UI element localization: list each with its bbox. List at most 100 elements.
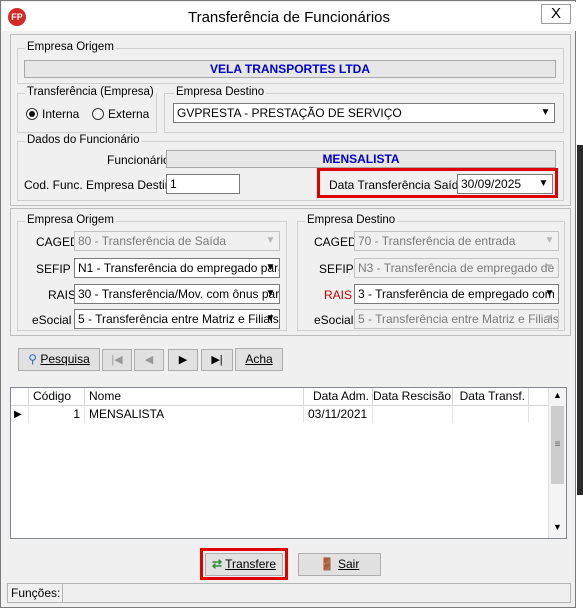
dest-sefip-select: N3 - Transferência de empregado de o ▼	[354, 258, 559, 278]
acha-label: Acha	[245, 352, 273, 366]
top-panel: Empresa Origem VELA TRANSPORTES LTDA Tra…	[10, 34, 571, 206]
first-record-button[interactable]: |◀	[102, 349, 132, 371]
origin-rais-label: RAIS	[48, 288, 77, 302]
origin-caged-select: 80 - Transferência de Saída ▼	[74, 231, 280, 251]
dest-caged-select: 70 - Transferência de entrada ▼	[354, 231, 559, 251]
scroll-up-icon[interactable]: ▲	[549, 390, 566, 400]
pesquisa-button[interactable]: ⚲ Pesquisa	[18, 348, 100, 371]
last-record-button[interactable]: ▶|	[201, 349, 233, 371]
cell-data-rescisao	[373, 406, 453, 423]
dest-esocial-value: 5 - Transferência entre Matriz e Filiais…	[358, 312, 559, 326]
status-divider	[62, 584, 63, 602]
origin-caged-label: CAGED	[36, 235, 79, 249]
cell-codigo: 1	[29, 406, 85, 423]
chevron-down-icon: ▼	[265, 235, 276, 246]
dest-company-value: GVPRESTA - PRESTAÇÃO DE SERVIÇO	[177, 106, 402, 120]
grid-scrollbar[interactable]: ▲ ≡ ▼	[548, 388, 566, 538]
origin-company-field: VELA TRANSPORTES LTDA	[24, 60, 556, 78]
funcionario-value: MENSALISTA	[322, 152, 400, 166]
col-nome[interactable]: Nome	[85, 388, 304, 405]
chevron-down-icon[interactable]: ▼	[262, 310, 279, 328]
scroll-thumb[interactable]: ≡	[551, 406, 564, 484]
cell-data-transf	[453, 406, 529, 423]
employee-legend: Dados do Funcionário	[25, 134, 142, 146]
status-label: Funções:	[11, 586, 61, 600]
transfere-label: Transfere	[225, 557, 277, 571]
status-bar: Funções:	[7, 583, 571, 603]
col-data-adm[interactable]: Data Adm.	[304, 388, 373, 405]
origin-rais-value: 30 - Transferência/Mov. com ônus par	[78, 287, 280, 301]
origin-esocial-label: eSocial	[32, 313, 72, 327]
cell-nome: MENSALISTA	[85, 406, 304, 423]
row-pointer-icon: ▶	[11, 406, 29, 423]
radio-externa-label[interactable]: Externa	[108, 107, 149, 121]
dest-rais-select[interactable]: 3 - Transferência de empregado com ô ▼	[354, 284, 559, 304]
date-value: 30/09/2025	[461, 177, 522, 191]
chevron-down-icon: ▼	[544, 235, 555, 246]
transfer-type-legend: Transferência (Empresa)	[25, 86, 156, 98]
grid-header-indicator	[11, 388, 29, 405]
dest-company-legend: Empresa Destino	[174, 86, 267, 98]
col-data-transf[interactable]: Data Transf.	[453, 388, 529, 405]
cod-func-input[interactable]: 1	[166, 174, 240, 194]
pesquisa-label: Pesquisa	[40, 352, 90, 366]
cell-data-adm: 03/11/2021	[304, 406, 373, 423]
chevron-down-icon[interactable]: ▼	[541, 285, 558, 303]
date-picker[interactable]: 30/09/2025 ▼	[457, 174, 553, 194]
chevron-down-icon: ▼	[544, 313, 555, 324]
acha-button[interactable]: Acha	[235, 348, 283, 371]
funcionario-field: MENSALISTA	[166, 150, 556, 168]
close-button[interactable]: X	[541, 4, 571, 24]
dest-esocial-label: eSocial	[314, 313, 354, 327]
origin-rais-select[interactable]: 30 - Transferência/Mov. com ônus par ▼	[74, 284, 280, 304]
codes-panel: Empresa Origem CAGED 80 - Transferência …	[10, 208, 571, 336]
background-window-edge	[577, 145, 583, 495]
sair-button[interactable]: 🚪 Sair	[298, 553, 381, 576]
dest-company-select[interactable]: GVPRESTA - PRESTAÇÃO DE SERVIÇO ▼	[173, 103, 555, 123]
origin-caged-value: 80 - Transferência de Saída	[78, 234, 227, 248]
origin-sefip-label: SEFIP	[36, 262, 71, 276]
col-data-rescisao[interactable]: Data Rescisão	[373, 388, 453, 405]
dest-rais-label: RAIS	[324, 288, 353, 302]
origin-esocial-select[interactable]: 5 - Transferência entre Matriz e Filiais…	[74, 309, 280, 329]
next-record-button[interactable]: ▶	[168, 349, 198, 371]
dest-caged-label: CAGED	[314, 235, 357, 249]
chevron-down-icon: ▼	[544, 262, 555, 273]
chevron-down-icon[interactable]: ▼	[262, 285, 279, 303]
dest-rais-value: 3 - Transferência de empregado com ô	[358, 287, 559, 301]
cod-func-label: Cod. Func. Empresa Destino:	[24, 178, 182, 192]
prev-record-button[interactable]: ◀	[134, 349, 164, 371]
dest-sefip-label: SEFIP	[319, 262, 354, 276]
date-label: Data Transferência Saída:	[329, 178, 469, 192]
radio-interna-label[interactable]: Interna	[42, 107, 79, 121]
door-exit-icon: 🚪	[319, 557, 335, 571]
origin-sefip-select[interactable]: N1 - Transferência do empregado para ▼	[74, 258, 280, 278]
chevron-down-icon[interactable]: ▼	[262, 259, 279, 277]
origin-company-value: VELA TRANSPORTES LTDA	[209, 62, 370, 76]
radio-interna[interactable]	[26, 108, 38, 120]
window-title: Transferência de Funcionários	[187, 9, 391, 26]
radio-externa[interactable]	[92, 108, 104, 120]
chevron-down-icon[interactable]: ▼	[535, 175, 552, 193]
main-window: FP Transferência de Funcionários X Empre…	[0, 0, 576, 608]
transfer-arrow-icon: ⇄	[211, 557, 223, 571]
funcionario-label: Funcionário:	[107, 153, 174, 167]
sair-label: Sair	[337, 557, 360, 571]
magnifier-icon: ⚲	[28, 352, 38, 366]
col-codigo[interactable]: Código	[29, 388, 85, 405]
transfere-button[interactable]: ⇄ Transfere	[205, 553, 283, 576]
dest-codes-legend: Empresa Destino	[305, 214, 398, 226]
title-bar: FP Transferência de Funcionários X	[2, 2, 576, 31]
dest-caged-value: 70 - Transferência de entrada	[358, 234, 516, 248]
dest-sefip-value: N3 - Transferência de empregado de o	[358, 261, 559, 275]
origin-company-legend: Empresa Origem	[25, 41, 116, 53]
scroll-down-icon[interactable]: ▼	[549, 522, 566, 532]
table-row[interactable]: ▶ 1 MENSALISTA 03/11/2021	[11, 406, 548, 423]
origin-esocial-value: 5 - Transferência entre Matriz e Filiais…	[78, 312, 280, 326]
dest-esocial-select: 5 - Transferência entre Matriz e Filiais…	[354, 309, 559, 329]
origin-sefip-value: N1 - Transferência do empregado para	[78, 261, 280, 275]
origin-codes-legend: Empresa Origem	[25, 214, 116, 226]
chevron-down-icon[interactable]: ▼	[537, 104, 554, 122]
grid-header: Código Nome Data Adm. Data Rescisão Data…	[11, 388, 548, 406]
employee-grid: Código Nome Data Adm. Data Rescisão Data…	[10, 387, 567, 539]
